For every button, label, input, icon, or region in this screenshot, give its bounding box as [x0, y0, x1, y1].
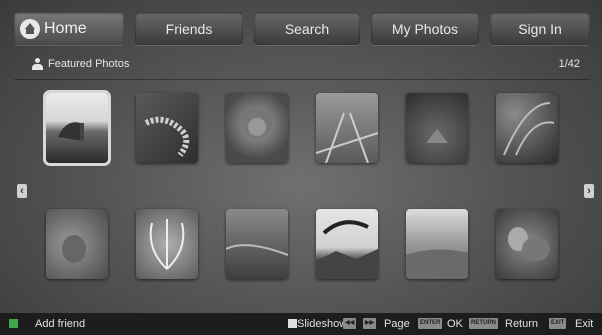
- photo-thumbnail[interactable]: [316, 93, 378, 163]
- photo-thumbnail[interactable]: [406, 209, 468, 279]
- tab-search-label: Search: [284, 20, 330, 37]
- page-nav-label[interactable]: Page: [384, 318, 410, 330]
- section-title: Featured Photos: [48, 58, 130, 70]
- tab-my-photos-label: My Photos: [391, 20, 459, 37]
- tab-friends-label: Friends: [165, 20, 213, 37]
- exit-button[interactable]: Exit: [575, 318, 593, 330]
- slideshow-key-icon: [288, 319, 297, 328]
- slideshow-button[interactable]: Slideshow: [297, 318, 347, 330]
- tab-home[interactable]: Home: [14, 12, 124, 45]
- next-page-arrow-icon[interactable]: ›: [584, 184, 594, 198]
- forward-key-icon: ▶▶: [363, 318, 377, 329]
- photo-thumbnail[interactable]: [136, 209, 198, 279]
- photo-thumbnail[interactable]: [226, 93, 288, 163]
- photo-thumbnail[interactable]: [226, 209, 288, 279]
- ok-button[interactable]: OK: [447, 318, 463, 330]
- photo-thumbnail[interactable]: [136, 93, 198, 163]
- photo-thumbnail[interactable]: [406, 93, 468, 163]
- photo-thumbnail[interactable]: [496, 209, 558, 279]
- section-header: Featured Photos 1/42: [14, 55, 590, 75]
- enter-key-icon: ENTER: [418, 318, 443, 329]
- photo-thumbnail[interactable]: [496, 93, 558, 163]
- photo-app-screen: Home Friends Search My Photos Sign In Fe…: [0, 0, 602, 335]
- add-friend-button[interactable]: Add friend: [35, 318, 85, 330]
- tab-search[interactable]: Search: [254, 12, 360, 45]
- green-key-icon: [9, 319, 18, 328]
- exit-key-icon: EXIT: [549, 318, 567, 329]
- rewind-key-icon: ◀◀: [343, 318, 357, 329]
- home-icon: [20, 18, 40, 39]
- return-button[interactable]: Return: [505, 318, 538, 330]
- tab-friends[interactable]: Friends: [135, 12, 243, 45]
- tab-sign-in[interactable]: Sign In: [490, 12, 590, 45]
- photo-thumbnail[interactable]: [46, 209, 108, 279]
- prev-page-arrow-icon[interactable]: ‹: [17, 184, 27, 198]
- person-icon: [32, 58, 43, 70]
- photo-thumbnail[interactable]: [43, 90, 111, 166]
- top-nav: Home Friends Search My Photos Sign In: [14, 12, 590, 45]
- tab-sign-in-label: Sign In: [518, 20, 562, 37]
- tab-home-label: Home: [44, 19, 87, 37]
- header-divider: [14, 79, 590, 80]
- photo-thumbnail[interactable]: [316, 209, 378, 279]
- page-indicator: 1/42: [558, 58, 580, 70]
- footer-bar: Add friend Slideshow ◀◀ ▶▶ Page ENTER OK…: [0, 313, 602, 335]
- tab-my-photos[interactable]: My Photos: [371, 12, 479, 45]
- return-key-icon: RETURN: [469, 318, 498, 329]
